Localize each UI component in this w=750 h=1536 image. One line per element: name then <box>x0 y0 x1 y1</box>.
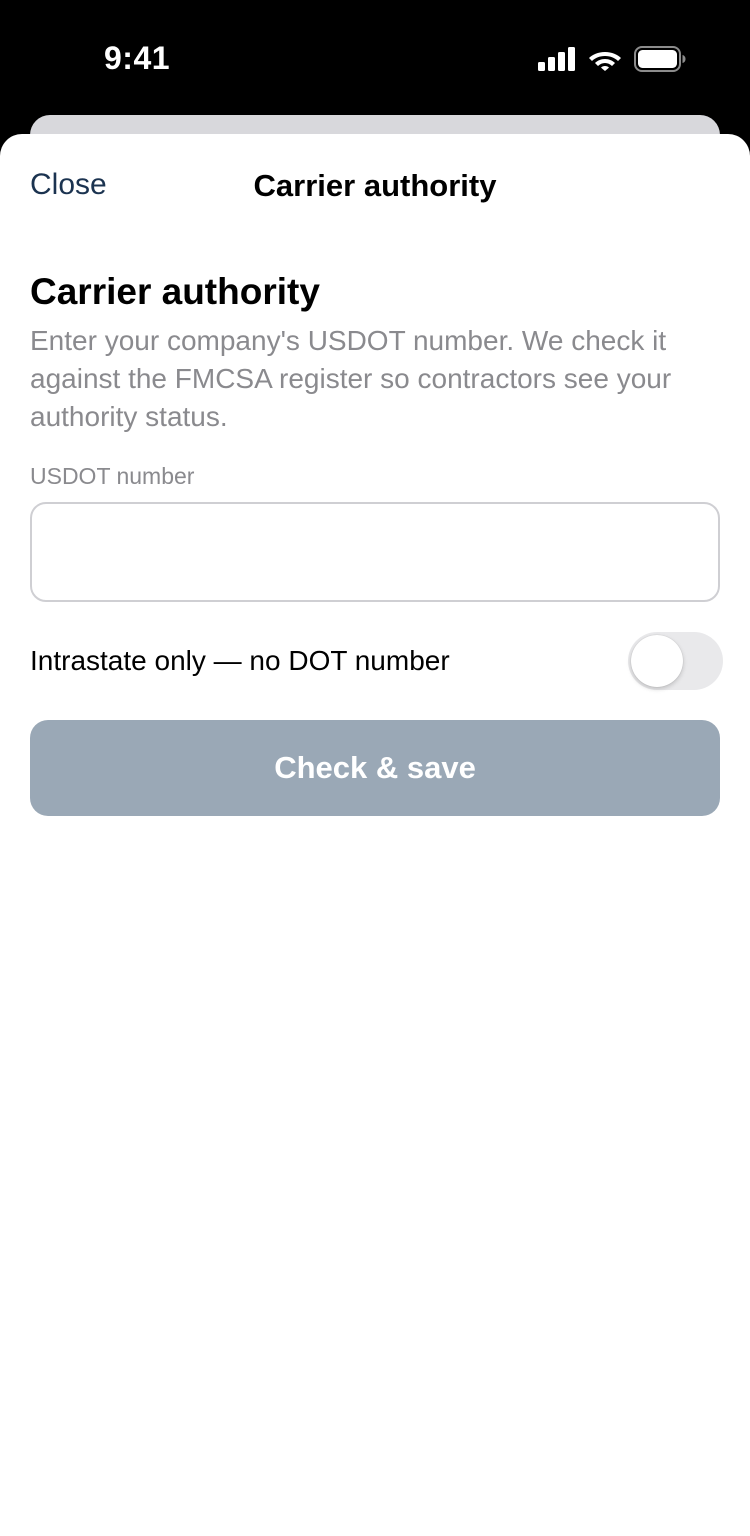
app-screen: 9:41 Close Carrier authority Carrier aut… <box>0 0 750 1536</box>
close-button[interactable]: Close <box>30 168 107 202</box>
status-time: 9:41 <box>104 40 171 76</box>
usdot-input[interactable] <box>32 504 718 600</box>
status-icons <box>538 46 686 72</box>
toggle-knob <box>631 635 683 687</box>
intrastate-toggle-row: Intrastate only — no DOT number <box>30 632 723 690</box>
status-bar: 9:41 <box>0 0 750 116</box>
usdot-input-box <box>30 502 720 602</box>
modal-sheet: Close Carrier authority Carrier authorit… <box>0 134 750 1536</box>
battery-icon <box>634 46 686 72</box>
intrastate-label: Intrastate only — no DOT number <box>30 645 450 676</box>
check-save-button[interactable]: Check & save <box>30 720 720 816</box>
usdot-label: USDOT number <box>30 463 195 489</box>
description-text: Enter your company's USDOT number. We ch… <box>30 325 672 432</box>
form-content: Carrier authority Enter your company's U… <box>30 270 723 816</box>
cellular-signal-icon <box>538 47 576 71</box>
nav-bar: Close Carrier authority <box>0 134 750 240</box>
nav-title: Carrier authority <box>253 168 497 203</box>
wifi-icon <box>588 47 622 71</box>
intrastate-toggle[interactable] <box>628 632 723 690</box>
page-title: Carrier authority <box>30 271 320 312</box>
check-save-label: Check & save <box>274 750 476 785</box>
